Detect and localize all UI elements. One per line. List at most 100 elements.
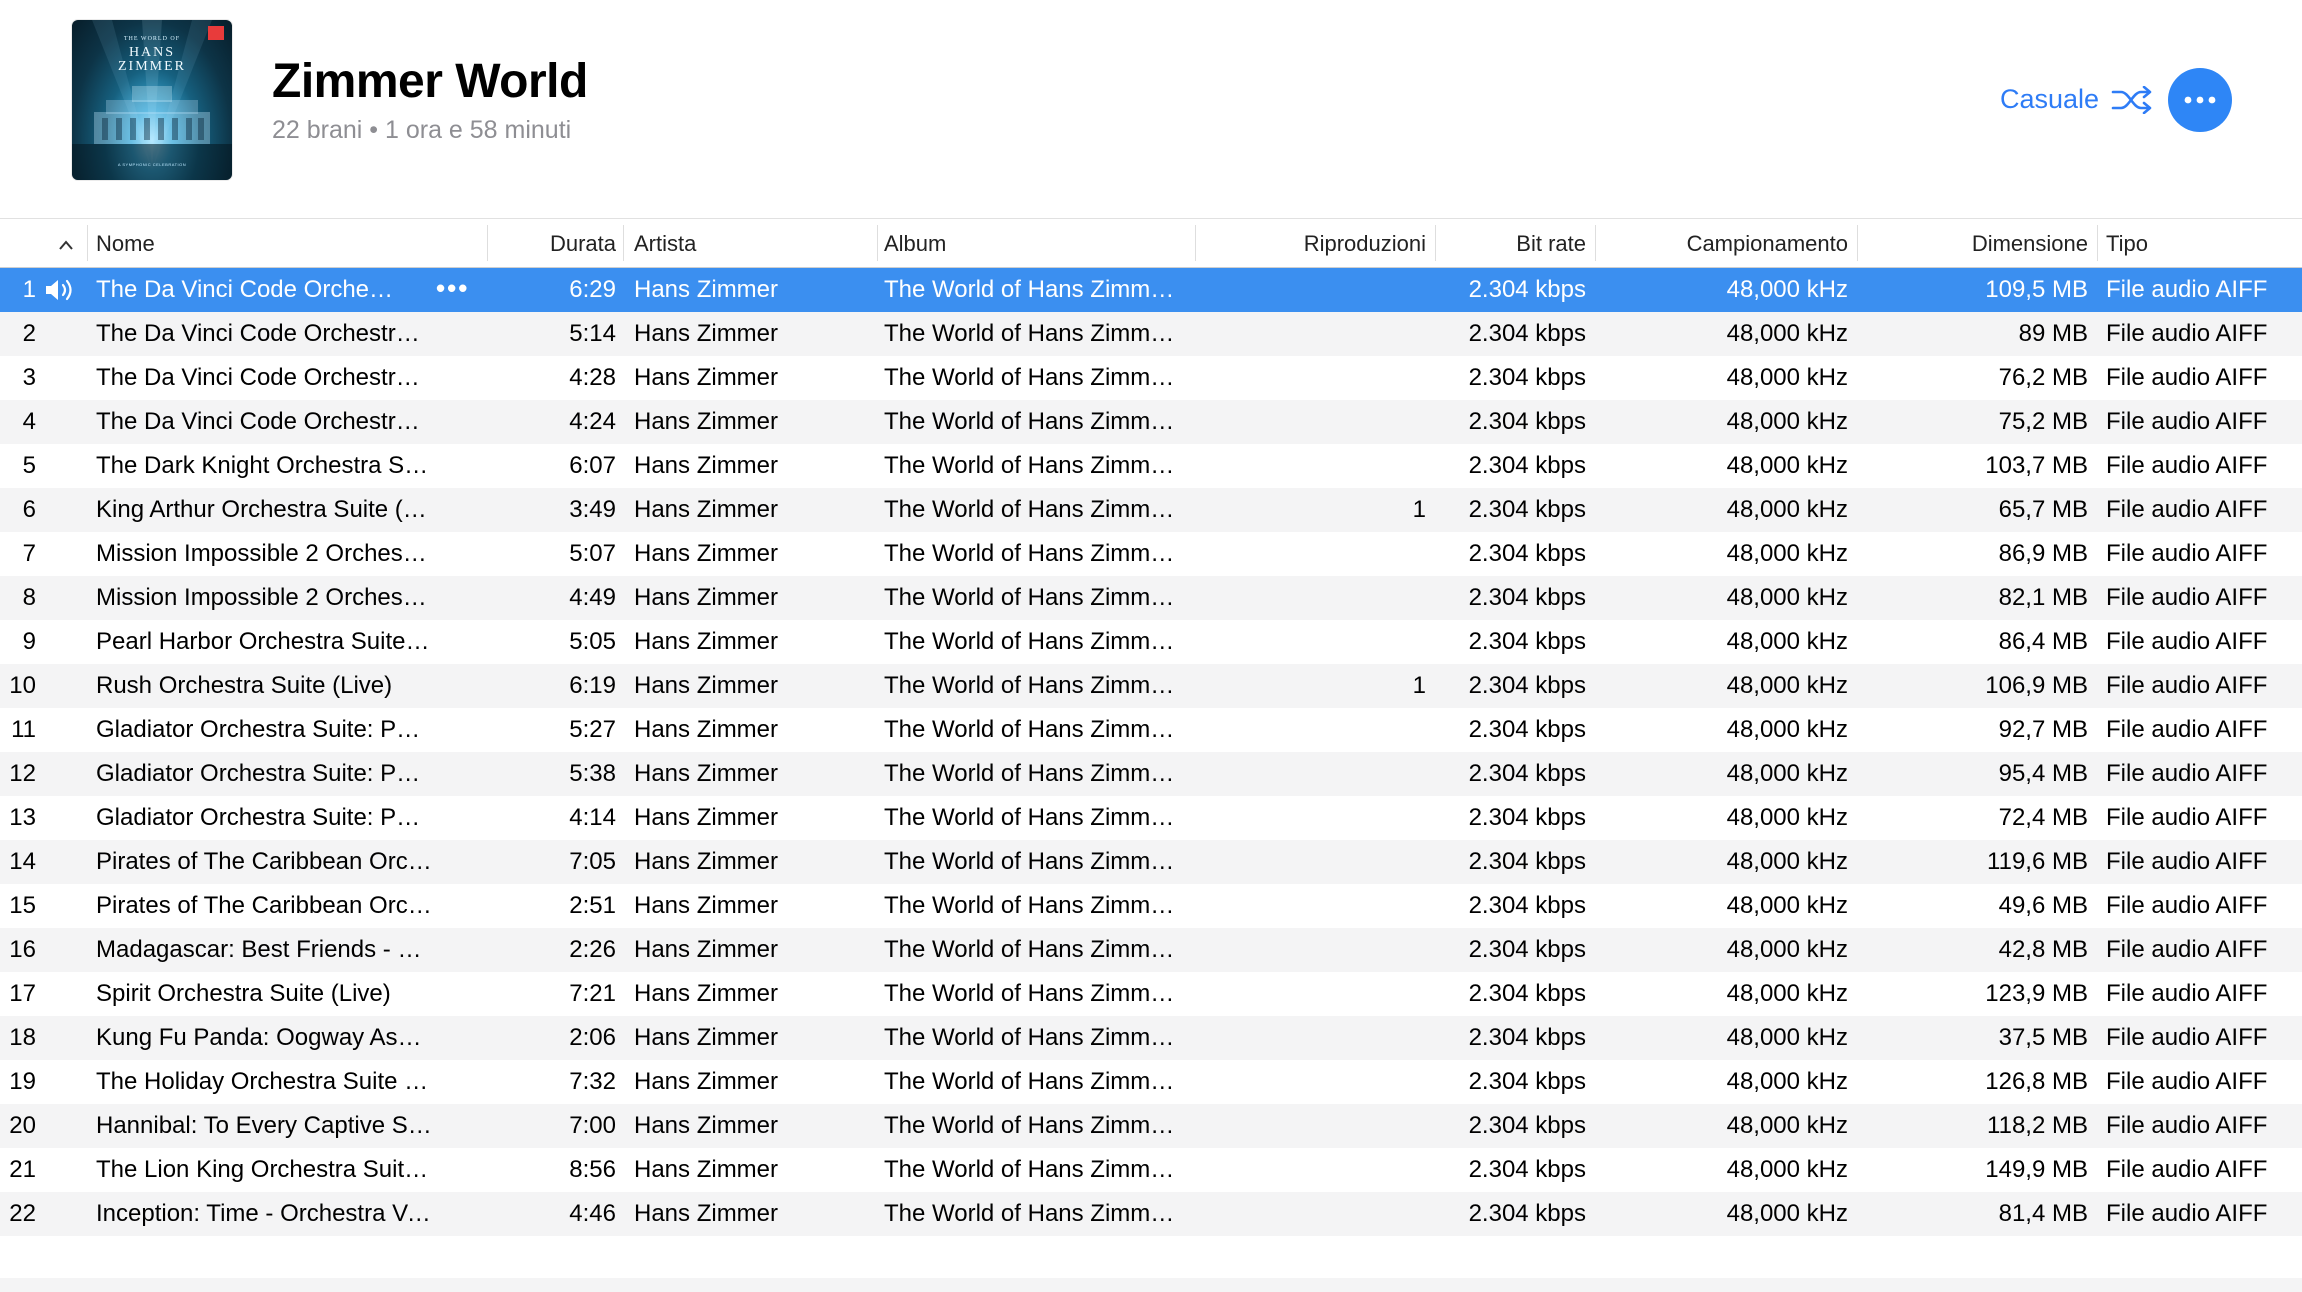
track-album: The World of Hans Zimm… — [884, 1024, 1175, 1051]
track-album: The World of Hans Zimm… — [884, 892, 1175, 919]
track-album: The World of Hans Zimm… — [884, 1156, 1175, 1183]
track-play-count — [1212, 1104, 1426, 1148]
track-size: 76,2 MB — [1998, 364, 2088, 391]
table-row[interactable]: 10 Rush Orchestra Suite (Live) 6:19 Hans Zi… — [0, 664, 2302, 708]
track-play-count — [1212, 444, 1426, 488]
track-play-count — [1212, 312, 1426, 356]
track-bitrate: 2.304 kbps — [1468, 892, 1586, 919]
track-duration: 7:05 — [569, 848, 616, 875]
column-divider — [624, 219, 878, 267]
track-size: 123,9 MB — [1985, 980, 2088, 1007]
track-type: File audio AIFF — [2106, 1112, 2268, 1139]
track-sample-rate: 48,000 kHz — [1726, 804, 1848, 831]
shuffle-icon — [2111, 85, 2152, 114]
table-row[interactable]: 4 The Da Vinci Code Orchestra S… 4:24 Hans … — [0, 400, 2302, 444]
track-sample-rate: 48,000 kHz — [1726, 540, 1848, 567]
track-name: The Da Vinci Code Orchestra S… — [96, 364, 432, 391]
track-play-count — [1212, 400, 1426, 444]
table-row[interactable]: 11 Gladiator Orchestra Suite: Part… 5:27 Ha… — [0, 708, 2302, 752]
track-play-count — [1212, 840, 1426, 884]
table-row[interactable]: 18 Kung Fu Panda: Oogway Ascen… 2:06 Hans Z… — [0, 1016, 2302, 1060]
track-duration: 4:46 — [569, 1200, 616, 1227]
column-divider — [1200, 219, 1436, 267]
track-duration: 4:14 — [569, 804, 616, 831]
track-bitrate: 2.304 kbps — [1468, 1112, 1586, 1139]
track-bitrate: 2.304 kbps — [1468, 1156, 1586, 1183]
track-artist: Hans Zimmer — [634, 716, 779, 743]
shuffle-button[interactable]: Casuale — [2000, 84, 2153, 115]
row-more-icon[interactable]: ••• — [436, 268, 469, 312]
track-type: File audio AIFF — [2106, 276, 2268, 303]
track-sample-rate: 48,000 kHz — [1726, 408, 1848, 435]
track-number: 10 — [9, 672, 36, 699]
track-name: Pirates of The Caribbean Orche… — [96, 892, 432, 919]
track-list: 1 The Da Vinci Code Orchest… 6:29 Hans Zimm… — [0, 268, 2302, 1236]
track-play-count — [1212, 1148, 1426, 1192]
table-row[interactable]: 21 The Lion King Orchestra Suite (… 8:56 Ha… — [0, 1148, 2302, 1192]
table-row[interactable]: 7 Mission Impossible 2 Orchestra… 5:07 Hans… — [0, 532, 2302, 576]
track-album: The World of Hans Zimm… — [884, 320, 1175, 347]
track-size: 82,1 MB — [1998, 584, 2088, 611]
table-row[interactable]: 9 Pearl Harbor Orchestra Suite (Li… 5:05 Ha… — [0, 620, 2302, 664]
track-number: 8 — [22, 584, 36, 611]
track-number: 15 — [9, 892, 36, 919]
track-duration: 4:49 — [569, 584, 616, 611]
track-bitrate: 2.304 kbps — [1468, 1200, 1586, 1227]
track-bitrate: 2.304 kbps — [1468, 980, 1586, 1007]
track-bitrate: 2.304 kbps — [1468, 320, 1586, 347]
track-artist: Hans Zimmer — [634, 364, 779, 391]
track-number: 13 — [9, 804, 36, 831]
table-row[interactable]: 22 Inception: Time - Orchestra Ver… 4:46 Ha… — [0, 1192, 2302, 1236]
track-type: File audio AIFF — [2106, 628, 2268, 655]
track-play-count — [1212, 356, 1426, 400]
track-type: File audio AIFF — [2106, 672, 2268, 699]
table-row[interactable]: 17 Spirit Orchestra Suite (Live) 7:21 Hans … — [0, 972, 2302, 1016]
table-row[interactable]: 19 The Holiday Orchestra Suite (Li… 7:32 Ha… — [0, 1060, 2302, 1104]
table-row[interactable]: 6 King Arthur Orchestra Suite (Liv… 3:49 Ha… — [0, 488, 2302, 532]
track-number: 18 — [9, 1024, 36, 1051]
track-name: The Dark Knight Orchestra Suit… — [96, 452, 432, 479]
table-row[interactable]: 3 The Da Vinci Code Orchestra S… 4:28 Hans … — [0, 356, 2302, 400]
table-row[interactable]: 14 Pirates of The Caribbean Orche… 7:05 Han… — [0, 840, 2302, 884]
playlist-header: THE WORLD OF HANS ZIMMER A SYMPHONIC CEL… — [0, 0, 2302, 218]
table-row[interactable]: 13 Gladiator Orchestra Suite: Part… 4:14 Ha… — [0, 796, 2302, 840]
track-artist: Hans Zimmer — [634, 452, 779, 479]
track-play-count — [1212, 796, 1426, 840]
album-cover[interactable]: THE WORLD OF HANS ZIMMER A SYMPHONIC CEL… — [72, 20, 232, 180]
table-row[interactable]: 1 The Da Vinci Code Orchest… 6:29 Hans Zimm… — [0, 268, 2302, 312]
shuffle-label: Casuale — [2000, 84, 2100, 114]
table-row[interactable]: 8 Mission Impossible 2 Orchestra… 4:49 Hans… — [0, 576, 2302, 620]
track-artist: Hans Zimmer — [634, 584, 779, 611]
track-size: 72,4 MB — [1998, 804, 2088, 831]
track-sample-rate: 48,000 kHz — [1726, 320, 1848, 347]
track-type: File audio AIFF — [2106, 716, 2268, 743]
table-row[interactable]: 15 Pirates of The Caribbean Orche… 2:51 Han… — [0, 884, 2302, 928]
track-size: 126,8 MB — [1985, 1068, 2088, 1095]
track-size: 65,7 MB — [1998, 496, 2088, 523]
table-row[interactable]: 2 The Da Vinci Code Orchestra S… 5:14 Hans … — [0, 312, 2302, 356]
track-size: 103,7 MB — [1985, 452, 2088, 479]
track-bitrate: 2.304 kbps — [1468, 496, 1586, 523]
track-size: 89 MB — [2018, 320, 2088, 347]
table-row[interactable]: 5 The Dark Knight Orchestra Suit… 6:07 Hans… — [0, 444, 2302, 488]
track-artist: Hans Zimmer — [634, 1156, 779, 1183]
track-bitrate: 2.304 kbps — [1468, 584, 1586, 611]
more-options-button[interactable] — [2168, 68, 2232, 132]
table-row[interactable]: 20 Hannibal: To Every Captive Soul… 7:00 Ha… — [0, 1104, 2302, 1148]
table-row[interactable]: 12 Gladiator Orchestra Suite: Part… 5:38 Ha… — [0, 752, 2302, 796]
track-play-count — [1212, 1060, 1426, 1104]
track-sample-rate: 48,000 kHz — [1726, 1112, 1848, 1139]
track-duration: 4:24 — [569, 408, 616, 435]
track-sample-rate: 48,000 kHz — [1726, 452, 1848, 479]
track-sample-rate: 48,000 kHz — [1726, 1156, 1848, 1183]
track-album: The World of Hans Zimm… — [884, 672, 1175, 699]
track-type: File audio AIFF — [2106, 980, 2268, 1007]
track-play-count — [1212, 972, 1426, 1016]
track-type: File audio AIFF — [2106, 540, 2268, 567]
track-album: The World of Hans Zimm… — [884, 980, 1175, 1007]
track-number: 19 — [9, 1068, 36, 1095]
track-artist: Hans Zimmer — [634, 1200, 779, 1227]
track-play-count — [1212, 884, 1426, 928]
table-row[interactable]: 16 Madagascar: Best Friends - Orc… 2:26 Han… — [0, 928, 2302, 972]
track-size: 119,6 MB — [1987, 848, 2088, 875]
